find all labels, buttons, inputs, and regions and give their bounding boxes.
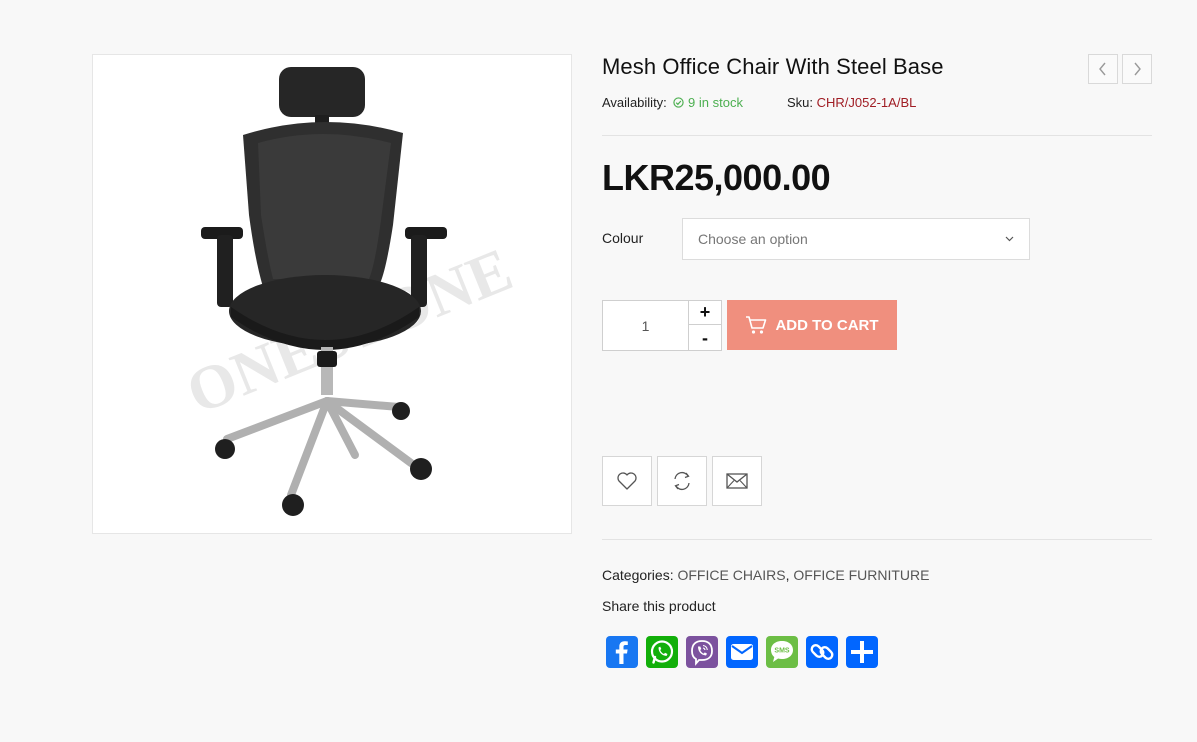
check-circle-icon xyxy=(673,97,685,108)
category-link-office-furniture[interactable]: OFFICE FURNITURE xyxy=(793,567,929,583)
email-friend-button[interactable] xyxy=(712,456,762,506)
colour-select-value: Choose an option xyxy=(698,231,808,247)
add-to-cart-button[interactable]: ADD TO CART xyxy=(727,300,897,350)
svg-text:SMS: SMS xyxy=(774,648,790,655)
share-label: Share this product xyxy=(602,598,716,614)
sms-share-button[interactable]: SMS xyxy=(766,636,798,668)
previous-product-button[interactable] xyxy=(1088,54,1118,84)
availability: Availability: 9 in stock xyxy=(602,95,743,110)
next-product-button[interactable] xyxy=(1122,54,1152,84)
facebook-icon xyxy=(615,641,628,664)
quantity-input[interactable]: 1 xyxy=(603,301,689,350)
plus-icon xyxy=(851,641,873,663)
category-link-office-chairs[interactable]: OFFICE CHAIRS xyxy=(677,567,785,583)
sku-value: CHR/J052-1A/BL xyxy=(816,95,917,110)
sku: Sku: CHR/J052-1A/BL xyxy=(787,95,916,110)
product-categories: Categories: OFFICE CHAIRS, OFFICE FURNIT… xyxy=(602,567,930,583)
chevron-down-icon xyxy=(1005,236,1014,242)
colour-select[interactable]: Choose an option xyxy=(682,218,1030,260)
availability-label: Availability: xyxy=(602,95,667,110)
divider xyxy=(602,539,1152,540)
quantity-decrease-button[interactable]: - xyxy=(689,326,721,350)
share-buttons: SMS xyxy=(606,636,878,668)
facebook-share-button[interactable] xyxy=(606,636,638,668)
chevron-right-icon xyxy=(1134,62,1141,76)
whatsapp-icon xyxy=(650,640,674,664)
categories-label: Categories: xyxy=(602,567,674,583)
cart-icon xyxy=(746,316,767,334)
viber-icon xyxy=(691,640,713,666)
product-image[interactable]: ONESTONE xyxy=(92,54,572,534)
colour-label: Colour xyxy=(602,230,644,246)
email-icon xyxy=(731,644,753,660)
heart-icon xyxy=(617,472,637,490)
quantity-stepper[interactable]: 1 + - xyxy=(602,300,722,351)
add-to-cart-label: ADD TO CART xyxy=(775,316,879,334)
envelope-icon xyxy=(726,473,748,489)
sku-label: Sku: xyxy=(787,95,814,110)
sms-icon: SMS xyxy=(771,641,793,662)
compare-button[interactable] xyxy=(657,456,707,506)
office-chair-image: ONESTONE xyxy=(178,67,522,516)
add-to-wishlist-button[interactable] xyxy=(602,456,652,506)
quantity-increase-button[interactable]: + xyxy=(689,301,721,325)
product-price: LKR25,000.00 xyxy=(602,157,831,198)
stock-text: 9 in stock xyxy=(688,95,743,110)
email-share-button[interactable] xyxy=(726,636,758,668)
viber-share-button[interactable] xyxy=(686,636,718,668)
chevron-left-icon xyxy=(1099,62,1106,76)
divider xyxy=(602,135,1152,136)
stock-status: 9 in stock xyxy=(670,95,743,110)
whatsapp-share-button[interactable] xyxy=(646,636,678,668)
more-share-button[interactable] xyxy=(846,636,878,668)
copy-link-share-button[interactable] xyxy=(806,636,838,668)
refresh-icon xyxy=(674,471,690,491)
product-title: Mesh Office Chair With Steel Base xyxy=(602,54,944,79)
link-icon xyxy=(810,644,834,660)
